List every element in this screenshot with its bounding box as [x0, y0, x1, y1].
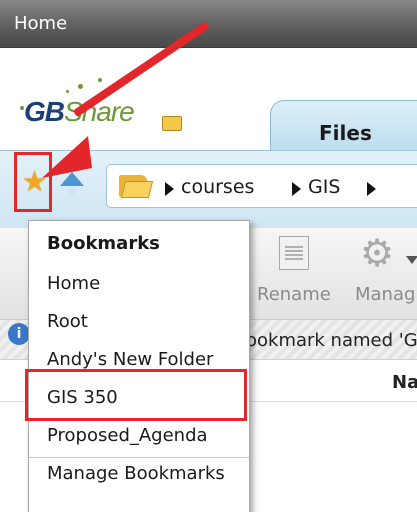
logo-dot — [78, 84, 83, 89]
gbshare-logo: GBShare — [18, 76, 188, 136]
rename-button-label[interactable]: Rename — [257, 284, 331, 305]
app-window: Home GBShare Files ★ courses GIS Rename … — [0, 0, 417, 512]
chevron-down-icon[interactable] — [406, 256, 417, 264]
tab-files[interactable]: Files — [270, 100, 417, 156]
bookmarks-menu-title: Bookmarks — [47, 233, 160, 254]
logo-folder-icon — [162, 116, 182, 131]
logo-dot — [98, 78, 102, 82]
breadcrumb-separator-icon — [165, 182, 174, 196]
menu-divider — [29, 457, 249, 458]
logo-dot — [66, 90, 69, 93]
folder-icon[interactable] — [119, 173, 154, 199]
rename-icon[interactable] — [279, 236, 309, 270]
manage-button-label[interactable]: Manag — [355, 284, 415, 305]
manage-bookmarks-item[interactable]: Manage Bookmarks — [47, 463, 225, 484]
annotation-arrow-head — [42, 136, 92, 178]
info-icon: i — [8, 323, 30, 345]
gis-350-highlight-box — [25, 369, 247, 421]
breadcrumb-item-gis[interactable]: GIS — [308, 176, 340, 198]
bookmark-item-andys-new-folder[interactable]: Andy's New Folder — [47, 349, 213, 370]
folder-icon-front — [120, 181, 154, 198]
title-bar: Home — [0, 0, 417, 48]
bookmark-item-proposed-agenda[interactable]: Proposed_Agenda — [47, 425, 208, 446]
bookmark-item-home[interactable]: Home — [47, 273, 100, 294]
logo-text-gb: GB — [24, 96, 65, 127]
bookmarks-dropdown: Bookmarks Home Root Andy's New Folder GI… — [28, 220, 250, 512]
status-message: ookmark named 'G — [246, 330, 417, 351]
tab-files-label: Files — [319, 121, 372, 145]
bookmark-item-root[interactable]: Root — [47, 311, 88, 332]
breadcrumb-item-courses[interactable]: courses — [181, 176, 254, 198]
gear-icon[interactable]: ⚙ — [360, 234, 394, 272]
annotation-arrow-head-shape — [42, 136, 92, 178]
window-title: Home — [14, 13, 68, 34]
breadcrumb: courses GIS — [106, 164, 417, 208]
column-header-name[interactable]: Na — [392, 372, 417, 393]
breadcrumb-separator-icon — [367, 182, 376, 196]
breadcrumb-separator-icon — [292, 182, 301, 196]
